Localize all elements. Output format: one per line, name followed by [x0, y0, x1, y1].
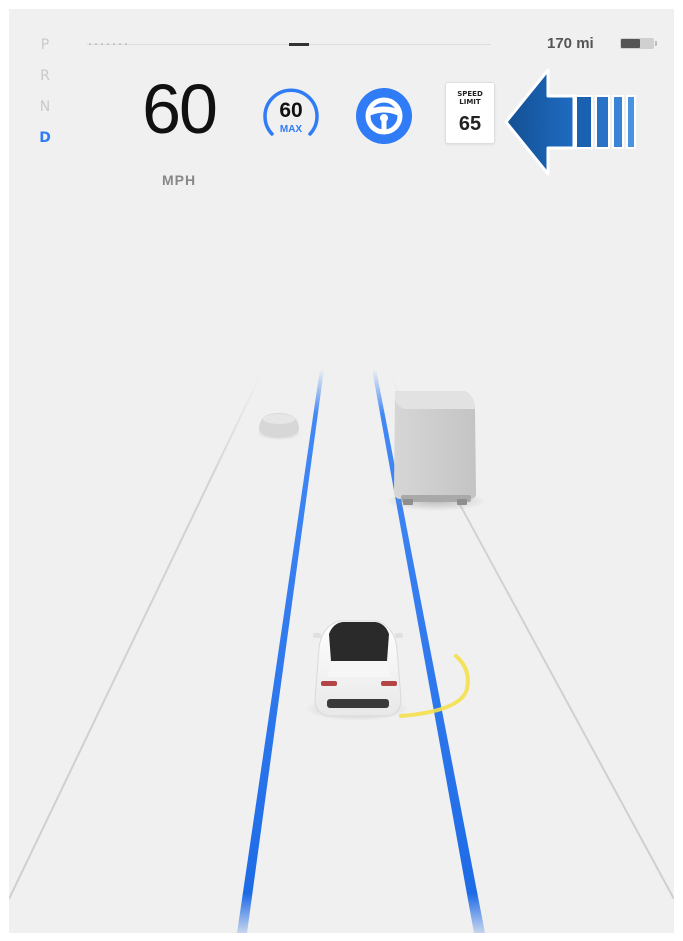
current-speed: 60 — [142, 70, 218, 148]
road-edge-left — [9, 373, 262, 900]
cone-obstacle — [257, 413, 301, 440]
speed-limit-label: SPEED LIMIT — [446, 90, 494, 106]
truck — [386, 391, 486, 511]
speed-limit-sign: SPEED LIMIT 65 — [445, 82, 495, 144]
instrument-cluster: P R N D 170 mi 60 MPH 60 MAX SPEED LIMIT — [9, 9, 674, 933]
status-dots — [87, 43, 129, 45]
gear-n: N — [39, 99, 51, 115]
gear-d: D — [39, 130, 51, 146]
speed-limit-label-line2: LIMIT — [459, 98, 481, 106]
speed-limit-label-line1: SPEED — [457, 90, 483, 98]
lane-line-left — [237, 369, 324, 933]
range-readout: 170 mi — [547, 35, 594, 52]
speed-limit-value: 65 — [458, 113, 482, 135]
gear-r: R — [40, 68, 50, 84]
speed-unit: MPH — [161, 172, 197, 188]
steering-wheel-icon — [356, 88, 412, 144]
status-indicator — [289, 43, 309, 46]
battery-fill — [621, 39, 640, 48]
gear-p: P — [40, 37, 50, 53]
status-track — [87, 43, 491, 46]
ego-car — [305, 620, 409, 721]
cruise-set-speed: 60 — [279, 99, 303, 122]
battery-icon — [620, 38, 657, 49]
cruise-max-label: MAX — [279, 124, 303, 135]
cruise-control-indicator: 60 MAX — [258, 82, 324, 148]
arrow-left-icon — [504, 68, 636, 176]
